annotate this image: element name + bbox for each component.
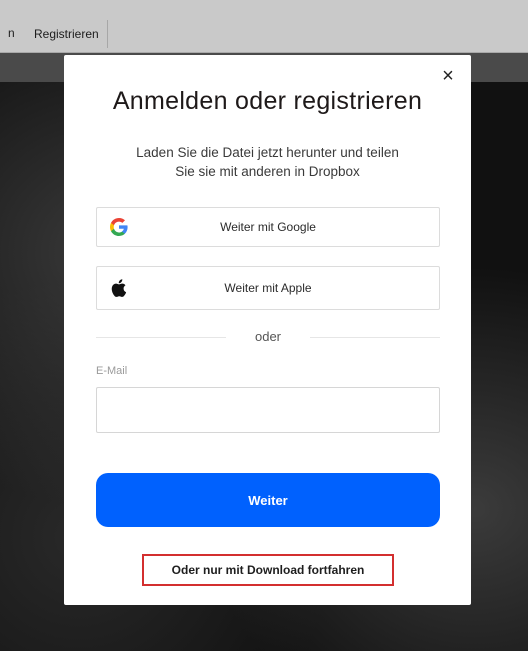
download-only-link[interactable]: Oder nur mit Download fortfahren [142,554,394,586]
modal-subtitle: Laden Sie die Datei jetzt herunter und t… [84,143,451,181]
register-link[interactable]: Registrieren [26,20,108,48]
google-signin-button[interactable]: Weiter mit Google [96,207,440,247]
apple-signin-button[interactable]: Weiter mit Apple [96,266,440,310]
modal-title: Anmelden oder registrieren [112,87,423,115]
subtitle-line-1: Laden Sie die Datei jetzt herunter und t… [136,145,399,160]
login-modal: × Anmelden oder registrieren Laden Sie d… [64,55,471,605]
nav-item-fragment[interactable]: n [8,26,15,40]
email-label: E-Mail [96,365,128,377]
close-icon[interactable]: × [437,65,459,87]
header-bar: n Registrieren [0,0,528,53]
email-input[interactable] [96,387,440,433]
continue-button[interactable]: Weiter [96,473,440,527]
apple-button-label: Weiter mit Apple [224,281,312,295]
subtitle-line-2: Sie sie mit anderen in Dropbox [175,164,360,179]
google-button-label: Weiter mit Google [220,220,316,234]
or-divider: oder [96,327,440,347]
divider-text: oder [254,329,282,344]
